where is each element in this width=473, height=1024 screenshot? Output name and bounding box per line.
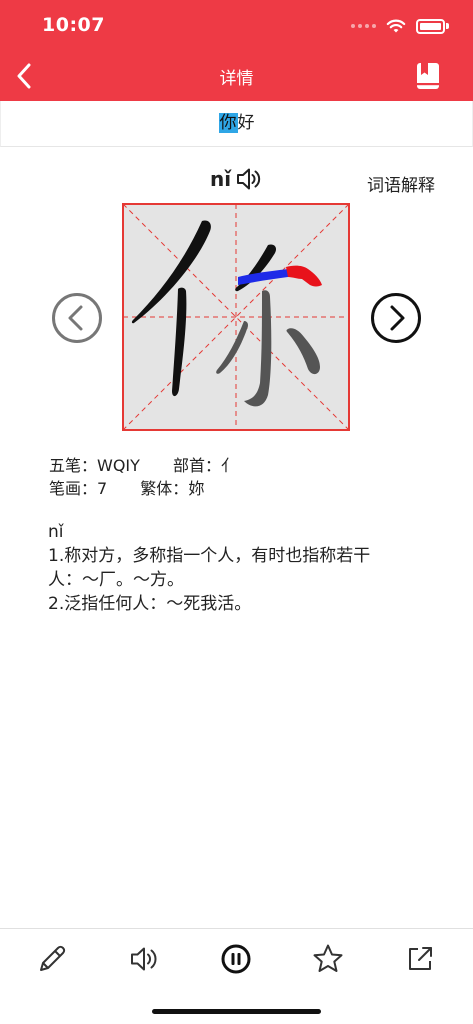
wubi-value: WQIY [97, 456, 140, 475]
definition-line: 1.称对方，多称指一个人，有时也指称若干 [48, 546, 371, 566]
header-bar: 10:07 详情 [0, 0, 473, 101]
radical-info: 部首：亻 [173, 456, 237, 475]
word-char-selected[interactable]: 你 [218, 113, 238, 133]
home-indicator [152, 1009, 321, 1014]
strokes-info: 笔画：7 [49, 479, 107, 498]
battery-icon [416, 18, 445, 34]
strokes-label: 笔画： [49, 479, 98, 498]
edit-button[interactable] [34, 941, 70, 977]
radical-label: 部首： [173, 456, 222, 475]
chevron-right-circle-icon [371, 293, 421, 343]
pencil-icon [40, 945, 66, 971]
pinyin-label: nǐ [210, 167, 232, 191]
status-time: 10:07 [42, 14, 105, 36]
wifi-icon [386, 19, 406, 32]
bookmark-book-icon [417, 63, 439, 89]
wubi-label: 五笔： [49, 456, 98, 475]
traditional-label: 繁体： [140, 479, 189, 498]
share-button[interactable] [402, 941, 438, 977]
favorite-button[interactable] [310, 941, 346, 977]
stroke-order-canvas[interactable] [122, 203, 350, 431]
wubi-info: 五笔：WQIY [49, 456, 140, 475]
page-title: 详情 [219, 69, 254, 89]
bookmark-button[interactable] [415, 61, 441, 91]
speaker-icon [131, 947, 157, 971]
speaker-icon[interactable] [235, 166, 263, 192]
radical-value: 亻 [221, 456, 238, 475]
word-bar: 你好 [0, 101, 473, 147]
traditional-value: 妳 [188, 479, 205, 498]
pause-icon [221, 944, 251, 974]
definition-line: 人：～厂。～方。 [48, 570, 184, 590]
info-row-2: 笔画：7 繁体：妳 [49, 478, 232, 500]
definition-block: nǐ 1.称对方，多称指一个人，有时也指称若干 人：～厂。～方。 2.泛指任何人… [48, 520, 428, 616]
strokes-value: 7 [97, 479, 108, 498]
prev-char-button[interactable] [51, 292, 103, 344]
status-icons [351, 16, 449, 36]
tianzige-grid [122, 203, 350, 431]
traditional-info: 繁体：妳 [140, 479, 204, 498]
pinyin-row: nǐ [210, 165, 263, 193]
speak-button[interactable] [126, 941, 162, 977]
info-row-1: 五笔：WQIY 部首：亻 [49, 455, 265, 477]
share-icon [409, 947, 432, 970]
next-char-button[interactable] [370, 292, 422, 344]
star-icon [313, 944, 343, 972]
signal-icon [351, 24, 376, 28]
definition-line: 2.泛指任何人：～死我活。 [48, 594, 252, 614]
word-char[interactable]: 好 [238, 113, 255, 133]
definition-pinyin: nǐ [48, 522, 64, 542]
pause-button[interactable] [218, 941, 254, 977]
word-explain-link[interactable]: 词语解释 [367, 171, 435, 196]
chevron-left-circle-icon [52, 293, 102, 343]
